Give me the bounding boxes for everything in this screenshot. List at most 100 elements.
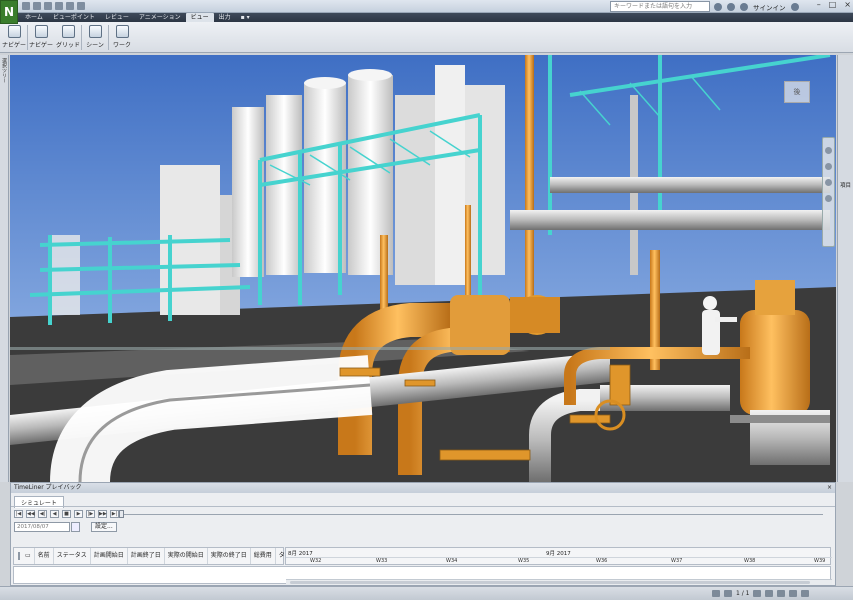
timeline-slider-track[interactable] — [123, 514, 823, 515]
task-grid-body[interactable] — [13, 566, 832, 585]
previous-frame-button[interactable]: ◀| — [38, 510, 47, 518]
grid-button[interactable]: グリッド — [55, 23, 81, 51]
week-label: W37 — [671, 558, 683, 564]
redo-icon[interactable] — [77, 2, 85, 10]
signin-link[interactable]: サインイン — [753, 2, 786, 12]
gantt-horizontal-scrollbar[interactable] — [286, 579, 832, 585]
zoom-icon[interactable] — [825, 179, 832, 186]
new-file-icon[interactable] — [22, 2, 30, 10]
timeline-slider-thumb[interactable] — [119, 510, 124, 518]
scene-icon — [88, 25, 102, 38]
grid-icon — [61, 25, 75, 38]
plant-model-render[interactable] — [10, 55, 836, 482]
memory-icon[interactable] — [801, 590, 810, 597]
navigation-bar[interactable] — [822, 137, 835, 247]
tab-viewpoint[interactable]: ビューポイント — [48, 13, 100, 22]
first-sheet-icon[interactable] — [712, 590, 720, 597]
navigation-bar-button[interactable]: ナビゲー — [28, 23, 54, 51]
calendar-icon[interactable] — [71, 522, 80, 532]
playback-controls: |◀ ◀◀ ◀| ◀ ■ ▶ |▶ ▶▶ ▶| — [11, 506, 835, 520]
tab-home[interactable]: ホーム — [20, 13, 48, 22]
timeliner-close-button[interactable]: × — [827, 483, 832, 493]
tab-output[interactable]: 出力 — [214, 13, 236, 22]
workspace-button[interactable]: ワーク — [109, 23, 135, 51]
performance-icon[interactable] — [789, 590, 798, 597]
play-button[interactable]: ▶ — [74, 510, 83, 518]
week-label: W36 — [596, 558, 608, 564]
undo-icon[interactable] — [66, 2, 74, 10]
star-icon[interactable] — [727, 3, 735, 11]
col-status[interactable]: ステータス — [54, 548, 91, 564]
orbit-icon[interactable] — [825, 195, 832, 202]
col-planned-end[interactable]: 計画終了日 — [128, 548, 165, 564]
last-sheet-icon[interactable] — [765, 590, 774, 597]
month-label: 8月 2017 — [288, 551, 313, 557]
search-input[interactable]: キーワードまたは語句を入力 — [610, 1, 710, 12]
user-icon[interactable] — [740, 3, 748, 11]
task-column-header: ▭ 名前 ステータス 計画開始日 計画終了日 実際の開始日 実際の終了日 総費用… — [13, 547, 319, 565]
workspace-label: ワーク — [112, 42, 131, 49]
title-bar: N キーワードまたは語句を入力 サインイン – □ × — [0, 0, 853, 24]
collaboration-icon[interactable] — [777, 590, 786, 597]
selection-tree-label[interactable]: 選択ツリー — [1, 58, 8, 83]
print-icon[interactable] — [55, 2, 63, 10]
week-label: W39 — [814, 558, 826, 564]
rewind-to-start-button[interactable]: |◀ — [14, 510, 23, 518]
tab-view[interactable]: ビュー — [185, 13, 214, 22]
title-icons: サインイン — [714, 2, 799, 12]
stop-button[interactable]: ■ — [62, 510, 71, 518]
maximize-button[interactable]: □ — [829, 0, 837, 9]
3d-viewport[interactable]: 後 — [10, 55, 836, 482]
week-label: W35 — [518, 558, 530, 564]
scrollbar-thumb[interactable] — [290, 581, 810, 584]
step-back-button[interactable]: ◀◀ — [26, 510, 35, 518]
status-controls: 1 / 1 — [712, 590, 810, 597]
col-planned-start[interactable]: 計画開始日 — [91, 548, 128, 564]
minimize-button[interactable]: – — [817, 0, 821, 9]
col-total-cost[interactable]: 総費用 — [251, 548, 276, 564]
select-all-checkbox[interactable] — [18, 552, 20, 560]
steering-wheel-icon[interactable] — [825, 147, 832, 154]
grid-label: グリッド — [55, 42, 80, 49]
date-input[interactable]: 2017/08/07 — [14, 522, 70, 532]
app-logo[interactable]: N — [0, 0, 18, 24]
open-file-icon[interactable] — [33, 2, 41, 10]
scene-button[interactable]: シーン — [82, 23, 108, 51]
week-label: W38 — [744, 558, 756, 564]
play-reverse-button[interactable]: ◀ — [50, 510, 59, 518]
date-row: 2017/08/07 設定... — [11, 520, 835, 534]
previous-sheet-icon[interactable] — [724, 590, 732, 597]
tab-animation[interactable]: アニメーション — [134, 13, 186, 22]
step-forward-button[interactable]: ▶▶ — [98, 510, 107, 518]
timeliner-header: TimeLiner プレイバック × — [11, 483, 835, 493]
quick-access-toolbar — [22, 2, 85, 10]
workspace-icon — [115, 25, 129, 38]
pan-icon[interactable] — [825, 163, 832, 170]
save-icon[interactable] — [44, 2, 52, 10]
task-grid: ▭ 名前 ステータス 計画開始日 計画終了日 実際の開始日 実際の終了日 総費用… — [13, 547, 833, 585]
right-dock-panel[interactable]: 項目 — [837, 55, 853, 482]
binoculars-icon[interactable] — [714, 3, 722, 11]
tab-extra-icon[interactable]: ▪ ▾ — [236, 13, 255, 22]
hand-icon — [7, 25, 21, 38]
page-indicator: 1 / 1 — [736, 590, 750, 597]
settings-button[interactable]: 設定... — [91, 522, 117, 532]
close-button[interactable]: × — [844, 0, 851, 9]
timeliner-tabs: シミュレート — [11, 493, 835, 508]
month-label: 9月 2017 — [546, 551, 571, 557]
col-actual-end[interactable]: 実際の終了日 — [208, 548, 251, 564]
forward-to-end-button[interactable]: ▶| — [110, 510, 119, 518]
col-actual-start[interactable]: 実際の開始日 — [165, 548, 208, 564]
week-label: W34 — [446, 558, 458, 564]
navigation-tool-button[interactable]: ナビゲー — [1, 23, 27, 51]
col-name[interactable]: 名前 — [35, 548, 54, 564]
left-dock-panel[interactable]: 選択ツリー — [0, 55, 9, 482]
next-frame-button[interactable]: |▶ — [86, 510, 95, 518]
help-icon[interactable] — [790, 3, 799, 11]
timeliner-panel: TimeLiner プレイバック × シミュレート |◀ ◀◀ ◀| ◀ ■ ▶… — [10, 482, 836, 586]
week-label: W32 — [310, 558, 322, 564]
next-sheet-icon[interactable] — [753, 590, 762, 597]
view-cube[interactable]: 後 — [784, 81, 810, 103]
tab-review[interactable]: レビュー — [100, 13, 134, 22]
item-panel-label[interactable]: 項目 — [840, 181, 851, 189]
